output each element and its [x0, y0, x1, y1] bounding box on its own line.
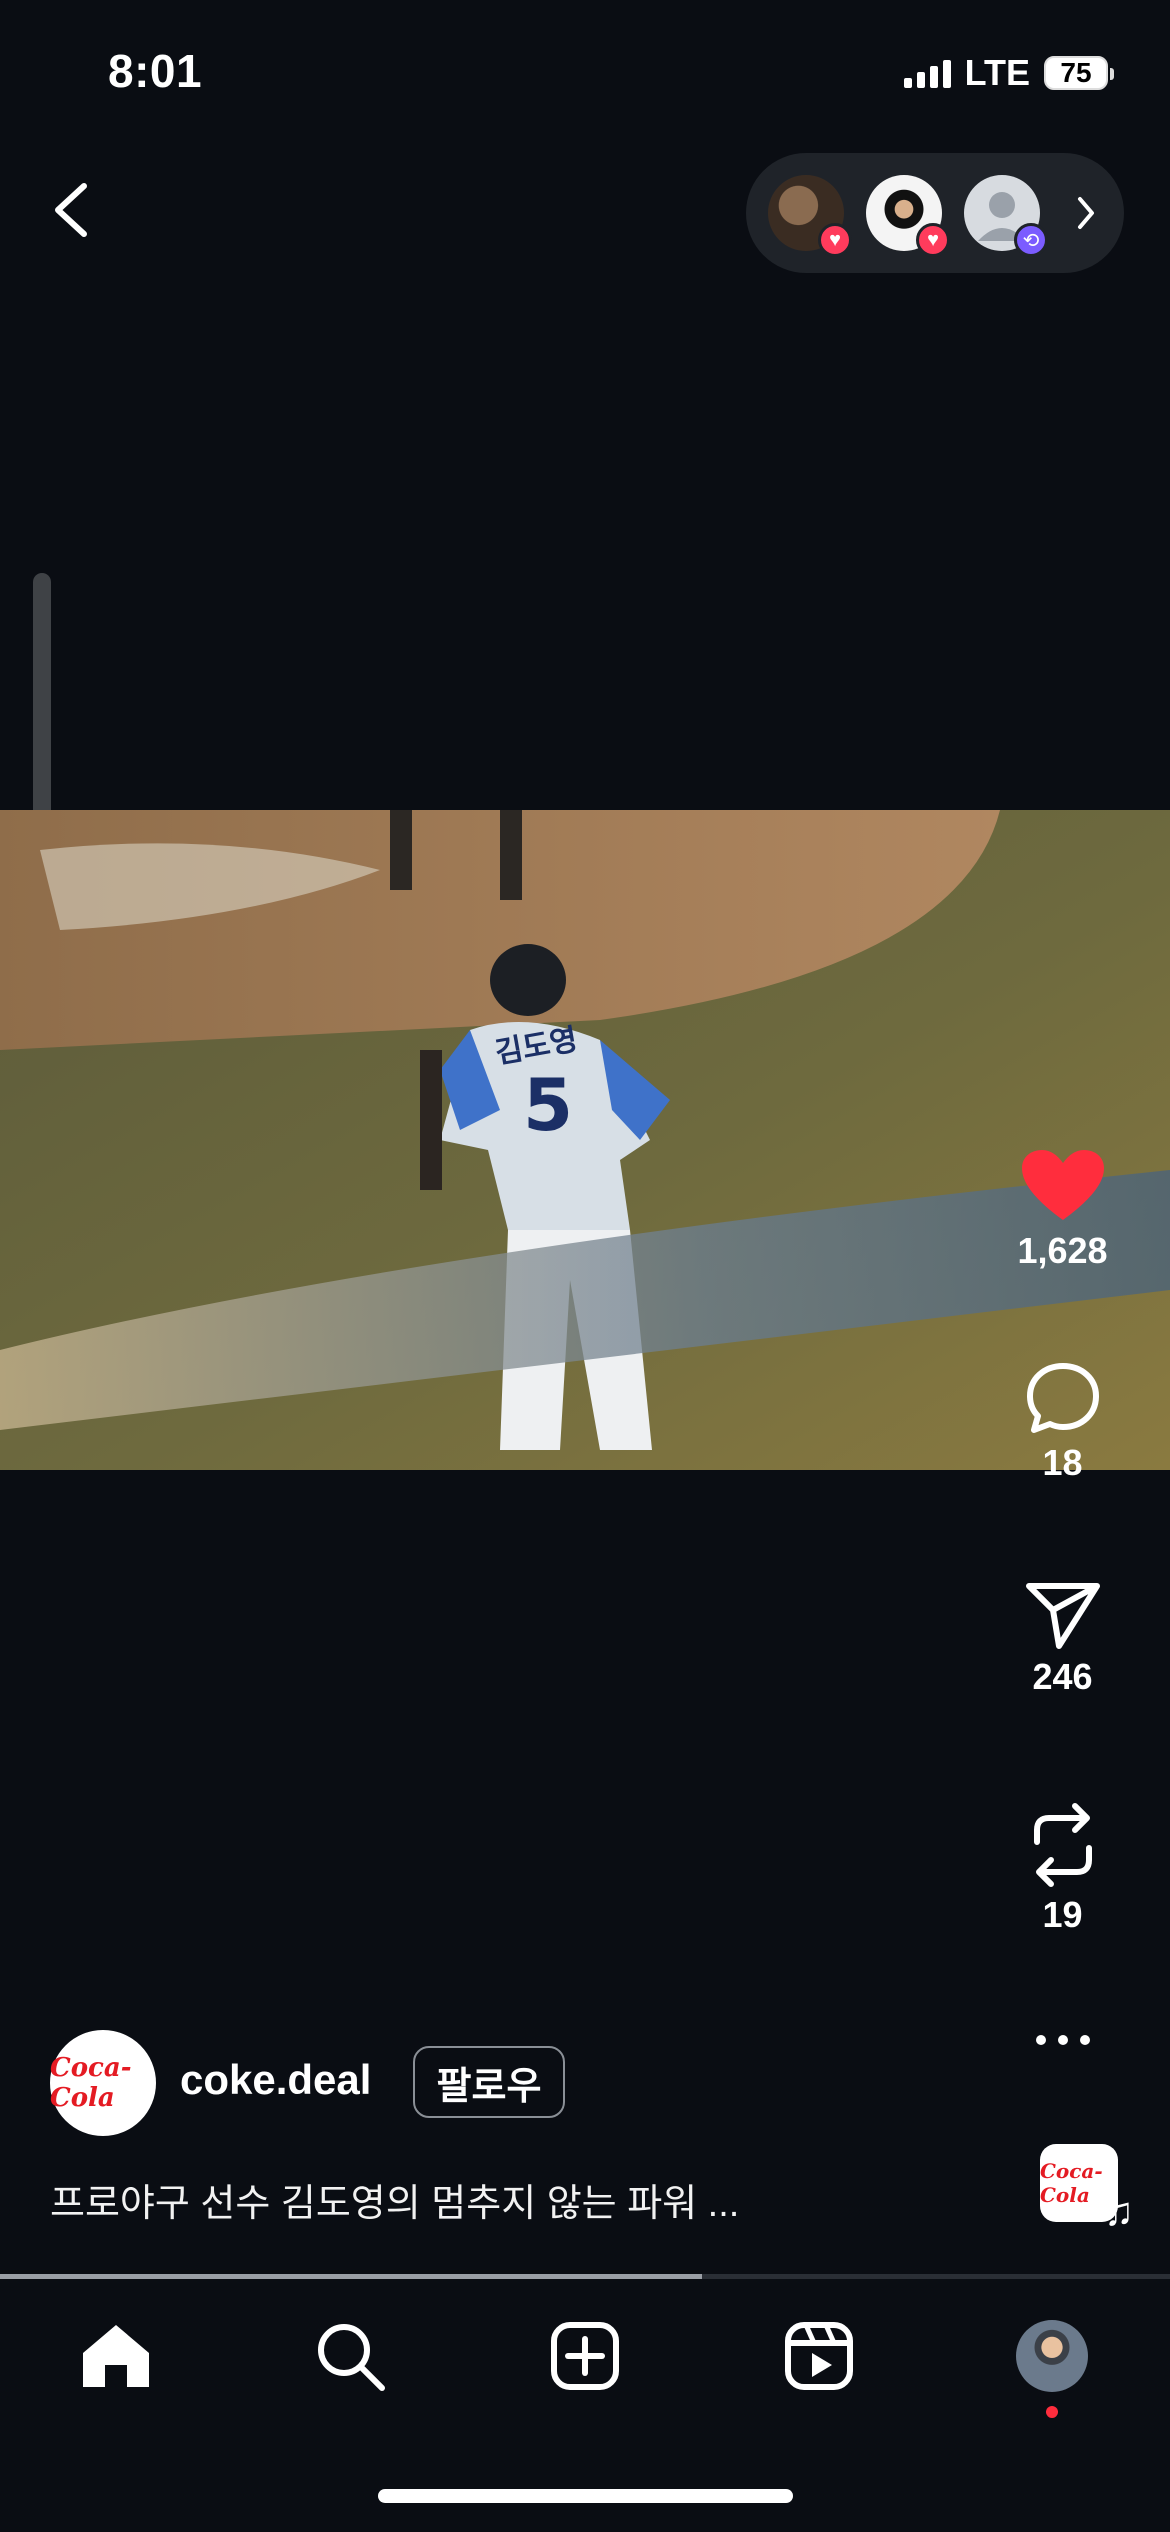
liker-avatar-1[interactable]: ♥ [768, 175, 852, 257]
author-username[interactable]: coke.deal [180, 2056, 371, 2104]
comment-count: 18 [1042, 1442, 1083, 1483]
heart-icon[interactable] [1020, 1148, 1106, 1224]
search-icon[interactable] [314, 2320, 386, 2392]
tab-home[interactable] [76, 2316, 156, 2396]
more-options[interactable] [955, 2032, 1170, 2048]
follow-button[interactable]: 팔로우 [413, 2046, 565, 2118]
more-dots-icon[interactable] [1033, 2032, 1093, 2048]
network-label: LTE [964, 52, 1030, 93]
video-progress-fill [0, 2274, 702, 2279]
comment-action[interactable]: 18 [955, 1360, 1170, 1484]
heart-badge-icon: ♥ [916, 223, 950, 257]
author-avatar[interactable]: Coca-Cola [50, 2030, 156, 2136]
repost-icon[interactable] [1027, 1802, 1099, 1888]
send-icon[interactable] [1025, 1580, 1101, 1650]
jersey-number: 5 [523, 1063, 573, 1147]
video-progress-bar[interactable] [0, 2274, 1170, 2279]
reels-icon[interactable] [784, 2321, 854, 2391]
tab-reels[interactable] [779, 2316, 859, 2396]
back-chevron-icon[interactable] [48, 180, 96, 240]
comment-icon[interactable] [1024, 1360, 1102, 1436]
liked-by-pill[interactable]: ♥ ♥ ⟲ [746, 153, 1124, 273]
author-logo: Coca-Cola [50, 2053, 132, 2113]
status-indicators: LTE 75 [903, 52, 1114, 94]
plus-square-icon[interactable] [550, 2321, 620, 2391]
tab-profile[interactable] [1012, 2316, 1092, 2396]
battery-level: 75 [1060, 57, 1092, 88]
notification-dot [1046, 2406, 1058, 2418]
home-icon[interactable] [79, 2321, 153, 2391]
home-indicator[interactable] [378, 2489, 793, 2503]
share-count: 246 [1032, 1656, 1093, 1697]
status-time: 8:01 [108, 45, 203, 97]
music-note-icon: ♫ [1104, 2190, 1134, 2234]
tab-search[interactable] [310, 2316, 390, 2396]
share-action[interactable]: 246 [955, 1580, 1170, 1698]
liker-avatar-2[interactable]: ♥ [866, 175, 950, 257]
like-count: 1,628 [1017, 1230, 1108, 1271]
like-action[interactable]: 1,628 [955, 1148, 1170, 1272]
post-caption[interactable]: 프로야구 선수 김도영의 멈추지 않는 파워 ... [50, 2172, 739, 2227]
battery-icon: 75 [1044, 56, 1114, 90]
repost-action[interactable]: 19 [955, 1802, 1170, 1936]
liker-avatar-3[interactable]: ⟲ [964, 175, 1048, 257]
repost-badge-icon: ⟲ [1014, 223, 1048, 257]
heart-badge-icon: ♥ [818, 223, 852, 257]
chevron-right-icon[interactable] [1074, 193, 1098, 233]
signal-icon [903, 58, 951, 88]
avatar[interactable] [1016, 2320, 1088, 2392]
tab-create[interactable] [545, 2316, 625, 2396]
repost-count: 19 [1042, 1894, 1083, 1935]
